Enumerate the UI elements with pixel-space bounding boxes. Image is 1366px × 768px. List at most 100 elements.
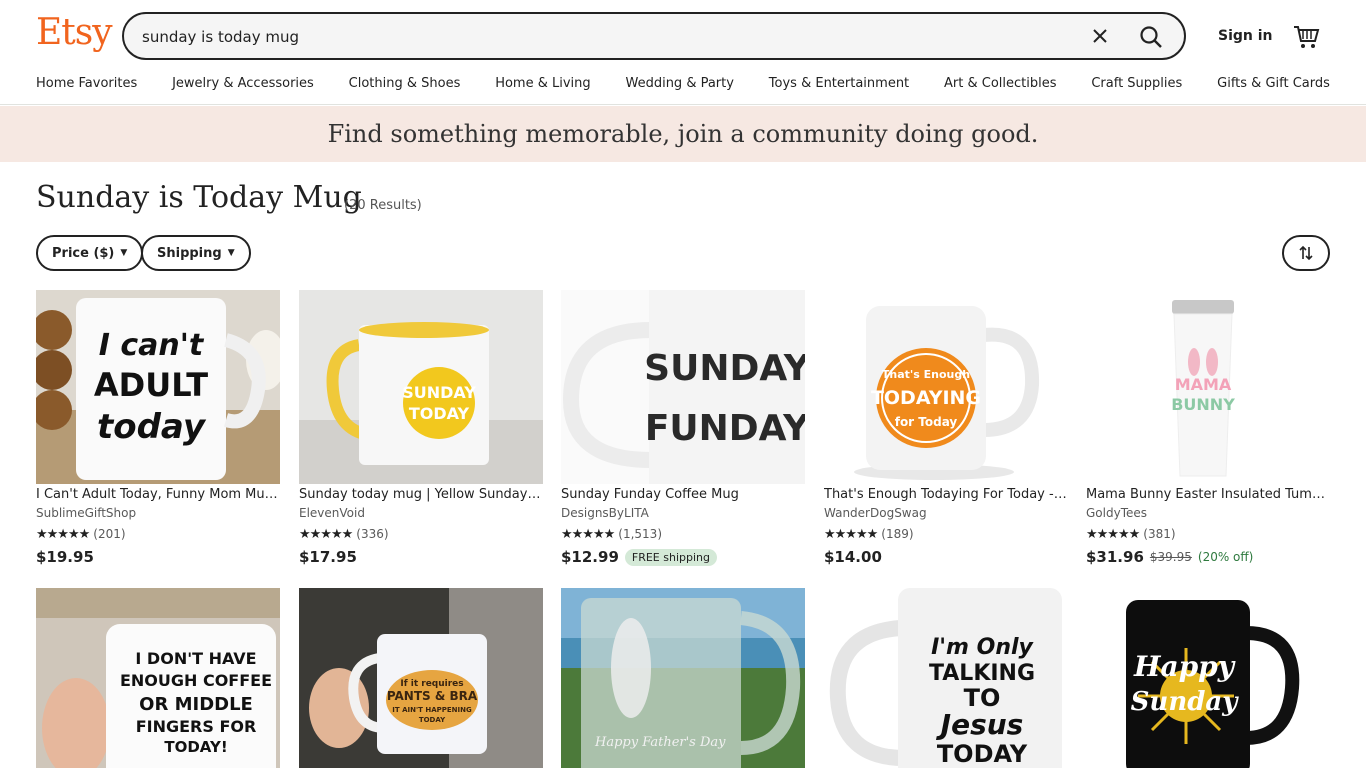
rating: ★★★★★ (381): [1086, 526, 1330, 542]
listing-image[interactable]: Happy Father's Day: [561, 588, 805, 768]
clear-search-icon[interactable]: [1090, 26, 1110, 46]
nav-jewelry-accessories[interactable]: Jewelry & Accessories: [172, 76, 314, 91]
price-row: $12.99 FREE shipping: [561, 548, 805, 566]
mug-print-text: SUNDAY: [402, 383, 476, 402]
mug-print-text: OR MIDDLE: [139, 694, 253, 715]
price-filter-button[interactable]: Price ($) ▼: [36, 235, 144, 271]
mug-print-text: Happy Father's Day: [594, 735, 726, 750]
free-shipping-badge: FREE shipping: [624, 548, 717, 566]
nav-wedding-party[interactable]: Wedding & Party: [625, 76, 733, 91]
sort-button[interactable]: [1282, 235, 1330, 271]
listing-card[interactable]: Happy Sunday: [1086, 588, 1330, 768]
shop-name: SublimeGiftShop: [36, 506, 137, 520]
mug-print-text: PANTS & BRA: [387, 689, 478, 703]
sign-in-link[interactable]: Sign in: [1218, 28, 1273, 44]
review-count: (1,513): [618, 527, 662, 541]
shipping-filter-label: Shipping: [157, 245, 222, 261]
promo-banner: Find something memorable, join a communi…: [0, 106, 1366, 162]
price-row: $31.96 $39.95 (20% off): [1086, 548, 1330, 566]
mug-print-text: I can't: [99, 328, 205, 363]
mug-print-text: I'm Only: [931, 635, 1034, 660]
mug-print-text: today: [97, 407, 207, 447]
mug-print-text: ENOUGH COFFEE: [120, 671, 272, 690]
star-icon: ★★★★★: [561, 526, 615, 542]
listing-card[interactable]: I can't ADULT today I Can't Adult Today,…: [36, 290, 280, 566]
search-input[interactable]: sunday is today mug: [142, 28, 299, 46]
nav-gifts-gift-cards[interactable]: Gifts & Gift Cards: [1217, 76, 1330, 91]
price-row: $19.95: [36, 548, 280, 566]
price: $12.99: [561, 548, 619, 566]
listing-image[interactable]: If it requires PANTS & BRA IT AIN'T HAPP…: [299, 588, 543, 768]
shop-name: DesignsByLITA: [561, 506, 649, 520]
listing-title[interactable]: Mama Bunny Easter Insulated Tumble...: [1086, 487, 1330, 505]
mug-print-text: SUNDAY: [644, 348, 805, 389]
review-count: (336): [356, 527, 389, 541]
listing-title[interactable]: Sunday Funday Coffee Mug: [561, 487, 805, 505]
nav-art-collectibles[interactable]: Art & Collectibles: [944, 76, 1056, 91]
star-icon: ★★★★★: [1086, 526, 1140, 542]
price: $19.95: [36, 548, 94, 566]
search-bar[interactable]: sunday is today mug: [122, 12, 1186, 60]
mug-print-text: TALKING: [929, 661, 1035, 686]
listing-image[interactable]: SUNDAY FUNDAY: [561, 290, 805, 484]
listing-image[interactable]: I DON'T HAVE ENOUGH COFFEE OR MIDDLE FIN…: [36, 588, 280, 768]
price: $17.95: [299, 548, 357, 566]
listing-card[interactable]: I'm Only TALKING TO Jesus TODAY: [824, 588, 1068, 768]
review-count: (201): [93, 527, 126, 541]
search-icon[interactable]: [1138, 24, 1164, 50]
listing-image[interactable]: Happy Sunday: [1086, 588, 1330, 768]
nav-craft-supplies[interactable]: Craft Supplies: [1091, 76, 1182, 91]
listing-card[interactable]: If it requires PANTS & BRA IT AIN'T HAPP…: [299, 588, 543, 768]
listing-title[interactable]: That's Enough Todaying For Today - M...: [824, 487, 1068, 505]
rating: ★★★★★ (201): [36, 526, 280, 542]
listing-card[interactable]: That's Enough TODAYING for Today That's …: [824, 290, 1068, 566]
mug-print-text: FUNDAY: [645, 408, 805, 449]
price: $31.96: [1086, 548, 1144, 566]
rating: ★★★★★ (189): [824, 526, 1068, 542]
mug-print-text: That's Enough: [882, 368, 970, 381]
mug-print-text: BUNNY: [1171, 395, 1235, 414]
mug-print-text: TODAY: [937, 740, 1028, 768]
listing-image[interactable]: I can't ADULT today: [36, 290, 280, 484]
mug-print-text: for Today: [895, 415, 958, 429]
nav-home-living[interactable]: Home & Living: [495, 76, 590, 91]
listing-card[interactable]: SUNDAY TODAY Sunday today mug | Yellow S…: [299, 290, 543, 566]
mug-print-text: TODAY: [409, 404, 470, 423]
listing-image[interactable]: That's Enough TODAYING for Today: [824, 290, 1068, 484]
discount-label: (20% off): [1197, 550, 1254, 564]
etsy-logo[interactable]: Etsy: [36, 12, 113, 53]
chevron-down-icon: ▼: [227, 248, 235, 258]
mug-print-text: MAMA: [1175, 375, 1232, 394]
nav-toys-entertainment[interactable]: Toys & Entertainment: [769, 76, 909, 91]
mug-print-text: ADULT: [94, 366, 208, 404]
mug-print-text: TODAYING: [871, 387, 981, 409]
listing-card[interactable]: MAMA BUNNY Mama Bunny Easter Insulated T…: [1086, 290, 1330, 566]
page-title: Sunday is Today Mug: [36, 180, 362, 215]
price-row: $14.00: [824, 548, 1068, 566]
category-nav: Home Favorites Jewelry & Accessories Clo…: [36, 76, 1330, 91]
listing-card[interactable]: SUNDAY FUNDAY Sunday Funday Coffee Mug D…: [561, 290, 805, 566]
banner-text: Find something memorable, join a communi…: [327, 120, 1039, 148]
price: $14.00: [824, 548, 882, 566]
nav-clothing-shoes[interactable]: Clothing & Shoes: [349, 76, 461, 91]
mug-print-text: FINGERS FOR: [136, 717, 257, 736]
listing-image[interactable]: MAMA BUNNY: [1086, 290, 1330, 484]
star-icon: ★★★★★: [824, 526, 878, 542]
listing-card[interactable]: I DON'T HAVE ENOUGH COFFEE OR MIDDLE FIN…: [36, 588, 280, 768]
mug-print-text: Jesus: [936, 708, 1024, 741]
shipping-filter-button[interactable]: Shipping ▼: [141, 235, 251, 271]
listing-card[interactable]: Happy Father's Day: [561, 588, 805, 768]
mug-print-text: I DON'T HAVE: [135, 649, 256, 668]
listing-image[interactable]: SUNDAY TODAY: [299, 290, 543, 484]
listing-title[interactable]: I Can't Adult Today, Funny Mom Mug, ...: [36, 487, 280, 505]
chevron-down-icon: ▼: [120, 248, 128, 258]
star-icon: ★★★★★: [36, 526, 90, 542]
rating: ★★★★★ (1,513): [561, 526, 805, 542]
mug-print-text: Happy: [1133, 650, 1236, 683]
price-row: $17.95: [299, 548, 543, 566]
listing-image[interactable]: I'm Only TALKING TO Jesus TODAY: [824, 588, 1068, 768]
listing-title[interactable]: Sunday today mug | Yellow Sunday to...: [299, 487, 543, 505]
mug-print-text: TODAY: [419, 716, 446, 724]
nav-home-favorites[interactable]: Home Favorites: [36, 76, 137, 91]
cart-icon[interactable]: [1292, 22, 1320, 50]
